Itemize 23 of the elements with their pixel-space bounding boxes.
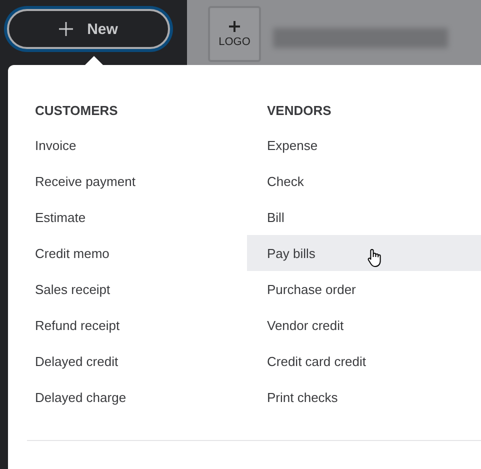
menu-item[interactable]: Delayed charge: [35, 379, 247, 415]
menu-item[interactable]: Estimate: [35, 199, 247, 235]
menu-item[interactable]: Expense: [247, 127, 481, 163]
plus-icon: [229, 20, 240, 32]
menu-item[interactable]: Credit card credit: [247, 343, 481, 379]
menu-item[interactable]: Sales receipt: [35, 271, 247, 307]
add-logo-button[interactable]: LOGO: [208, 6, 261, 62]
menu-section-heading: VENDORS: [266, 103, 332, 120]
plus-icon: [59, 22, 74, 36]
menu-item[interactable]: Print checks: [247, 379, 481, 415]
menu-item[interactable]: Delayed credit: [35, 343, 247, 379]
menu-item[interactable]: Purchase order: [247, 271, 481, 307]
hand-cursor-icon: [367, 248, 383, 268]
menu-item[interactable]: Vendor credit: [247, 307, 481, 343]
new-button[interactable]: New: [7, 9, 170, 49]
menu-item[interactable]: Pay bills: [247, 235, 481, 271]
menu-section-heading: CUSTOMERS: [35, 103, 119, 120]
menu-item[interactable]: Receive payment: [35, 163, 247, 199]
menu-item[interactable]: Refund receipt: [35, 307, 247, 343]
menu-item[interactable]: Check: [247, 163, 481, 199]
menu-item[interactable]: Credit memo: [35, 235, 247, 271]
menu-item[interactable]: Bill: [247, 199, 481, 235]
menu-item[interactable]: Invoice: [35, 127, 247, 163]
